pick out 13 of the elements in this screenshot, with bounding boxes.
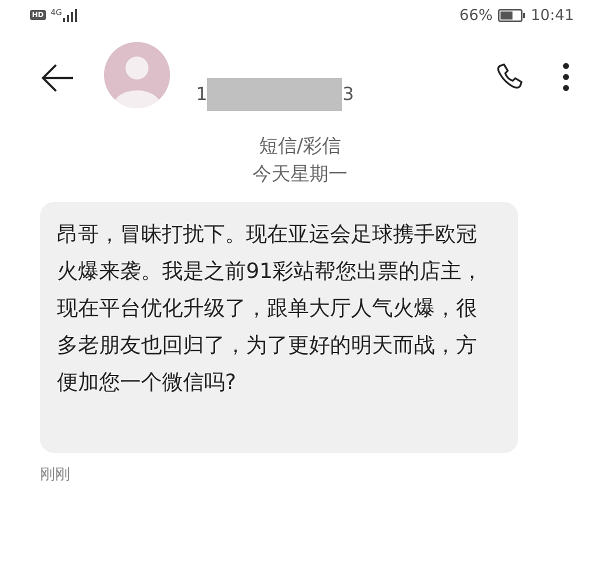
phone-number-start: 1 — [196, 84, 208, 105]
clock: 10:41 — [530, 6, 574, 24]
signal-icon — [62, 8, 77, 22]
more-options-button[interactable] — [562, 62, 570, 92]
message-text: 昂哥，冒昧打扰下。现在亚运会足球携手欧冠火爆来袭。我是之前91彩站帮您出票的店主，现在平台优化升级了，跟单大厅人气火爆，很多老朋友也回归了，为了更好的明天而战，方便加您一个微信吗? — [57, 221, 484, 396]
network-type: 4G — [50, 8, 62, 17]
battery-percent: 66% — [459, 6, 493, 24]
message-time: 刚刚 — [40, 465, 71, 484]
thread-date: 今天星期一 — [252, 162, 348, 187]
avatar-icon — [104, 42, 170, 108]
battery-icon — [498, 8, 526, 22]
phone-number-end: 3 — [342, 84, 354, 105]
message-type: 短信/彩信 — [258, 134, 342, 159]
